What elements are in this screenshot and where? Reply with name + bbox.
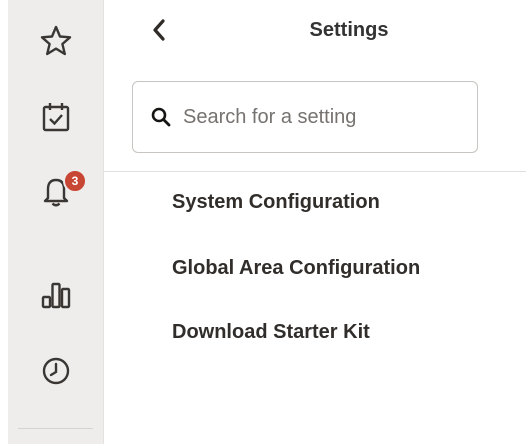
star-icon	[40, 25, 72, 56]
page-title: Settings	[309, 19, 389, 41]
bar-chart-icon	[41, 282, 71, 309]
calendar-check-icon	[42, 103, 70, 132]
back-button[interactable]	[144, 14, 174, 46]
tasks-button[interactable]	[8, 89, 104, 145]
sidebar-divider	[18, 428, 93, 429]
notification-badge: 3	[63, 169, 87, 193]
settings-panel: Settings System Configuration Global Are…	[104, 0, 526, 444]
search-icon	[151, 107, 171, 127]
chevron-left-icon	[153, 19, 165, 41]
panel-divider	[104, 171, 526, 172]
menu-item-global-area-configuration[interactable]: Global Area Configuration	[104, 242, 526, 294]
menu-item-system-configuration[interactable]: System Configuration	[104, 176, 526, 228]
sidebar: 3	[8, 0, 104, 444]
favorites-button[interactable]	[8, 13, 104, 69]
clock-icon	[42, 357, 70, 385]
notifications-button[interactable]: 3	[8, 163, 104, 219]
search-input[interactable]	[181, 104, 475, 130]
left-edge	[0, 0, 8, 444]
recent-button[interactable]	[8, 343, 104, 399]
reports-button[interactable]	[8, 266, 104, 322]
menu-item-download-starter-kit[interactable]: Download Starter Kit	[104, 306, 526, 358]
app-window: 3 Settings Search for a setting System C…	[0, 0, 526, 444]
search-box[interactable]	[132, 81, 478, 153]
